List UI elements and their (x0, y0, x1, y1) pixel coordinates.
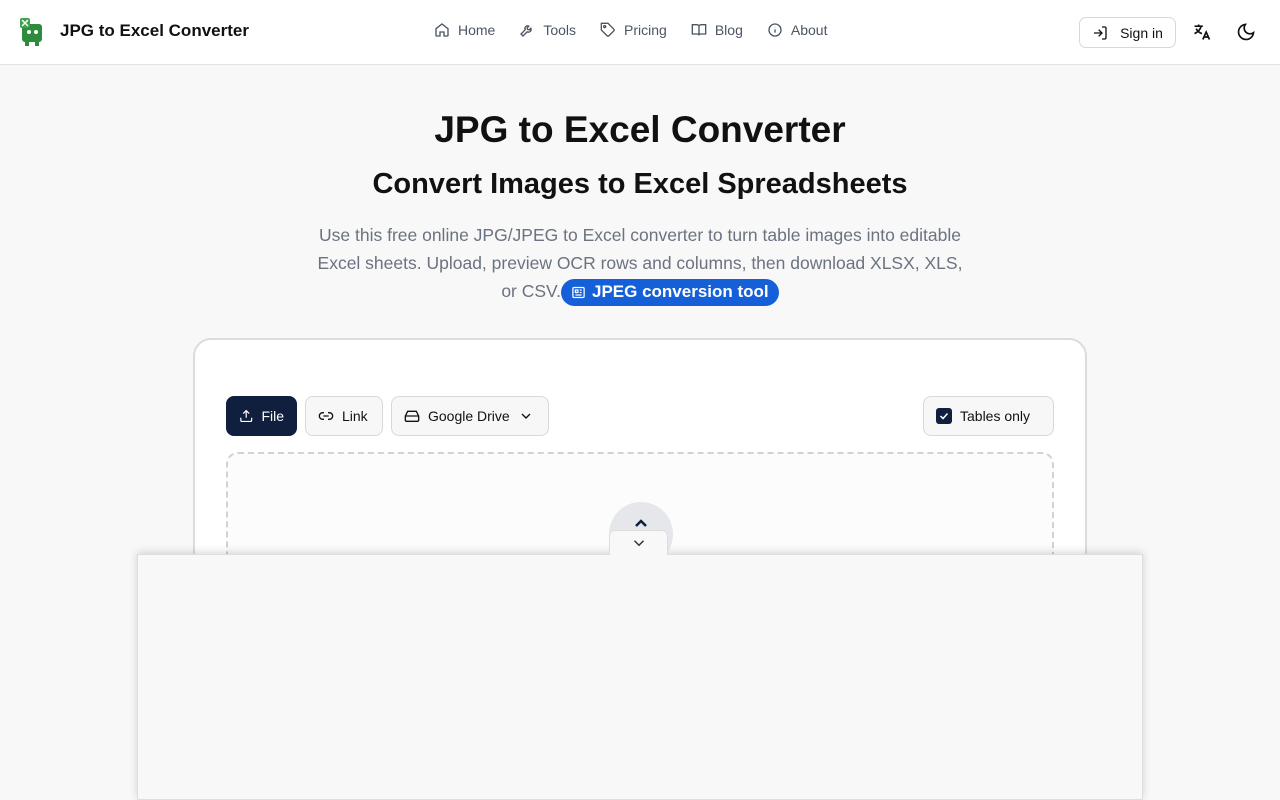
nav-label: Tools (543, 22, 577, 38)
nav-label: Home (458, 22, 496, 38)
newspaper-icon (572, 286, 585, 298)
file-source-button[interactable]: File (226, 396, 297, 436)
link-label: Link (342, 408, 368, 424)
brand-name: JPG to Excel Converter (60, 21, 249, 40)
tables-only-toggle[interactable]: Tables only (923, 396, 1054, 436)
tables-only-checkbox[interactable] (936, 408, 952, 424)
nav-blog[interactable]: Blog (691, 22, 743, 38)
info-icon (768, 23, 782, 37)
file-label: File (261, 408, 284, 424)
page-subtitle: Convert Images to Excel Spreadsheets (372, 168, 908, 200)
login-icon (1094, 25, 1107, 40)
chevron-down-icon (521, 413, 531, 419)
nav-tools[interactable]: Tools (519, 22, 576, 38)
nav-label: Pricing (624, 22, 667, 38)
tables-only-label: Tables only (960, 408, 1031, 424)
nav-label: About (790, 22, 828, 38)
google-drive-button[interactable]: Google Drive (391, 396, 549, 436)
nav-home[interactable]: Home (434, 22, 495, 38)
nav-about[interactable]: About (767, 22, 828, 38)
home-icon (435, 23, 449, 37)
wrench-icon (520, 25, 533, 37)
dark-mode-icon[interactable] (1236, 22, 1256, 42)
bottom-sheet (137, 554, 1143, 800)
hard-drive-icon (404, 410, 420, 422)
pill-label: JPEG conversion tool (592, 282, 769, 302)
tag-icon (600, 22, 615, 37)
page-description: Use this free online JPG/JPEG to Excel c… (315, 221, 965, 306)
drive-label: Google Drive (428, 408, 510, 424)
main-nav: Home Tools Pricing Blog About (434, 22, 827, 38)
translate-icon[interactable] (1192, 22, 1212, 42)
jpeg-tool-link[interactable]: JPEG conversion tool (561, 278, 779, 306)
logo-icon (20, 18, 42, 46)
link-source-button[interactable]: Link (305, 396, 383, 436)
collapse-sheet-button[interactable] (609, 530, 668, 555)
chevron-down-icon (633, 540, 644, 547)
brand[interactable]: JPG to Excel Converter (18, 16, 249, 46)
check-icon (939, 412, 949, 420)
site-header: JPG to Excel Converter Home Tools Pricin… (0, 0, 1280, 65)
upload-icon (240, 409, 253, 423)
book-icon (691, 24, 707, 36)
nav-label: Blog (714, 22, 743, 38)
signin-button[interactable]: Sign in (1079, 17, 1176, 48)
nav-pricing[interactable]: Pricing (600, 22, 667, 38)
signin-label: Sign in (1120, 24, 1163, 41)
link-icon (318, 412, 334, 420)
page-title: JPG to Excel Converter (434, 109, 846, 150)
